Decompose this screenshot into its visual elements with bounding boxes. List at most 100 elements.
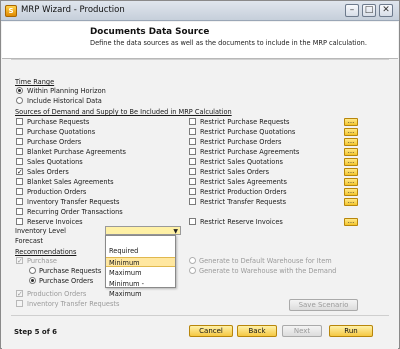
checkbox-production-orders-recommendation[interactable]: ✓ bbox=[16, 290, 23, 298]
step-indicator: Step 5 of 6 bbox=[14, 328, 58, 336]
dropdown-option-required[interactable]: Required bbox=[106, 246, 175, 256]
restrict-purchase-orders-ellipsis-button[interactable]: ... bbox=[344, 138, 358, 146]
restrict-reserve-invoices-ellipsis-button[interactable]: ... bbox=[344, 218, 358, 226]
cancel-button[interactable]: Cancel bbox=[189, 325, 233, 337]
purchase-requests-label: Purchase Requests bbox=[27, 118, 90, 126]
checkbox-inventory-transfer-requests[interactable] bbox=[16, 198, 23, 205]
radio-generate-warehouse-demand[interactable] bbox=[189, 267, 196, 274]
checkbox-restrict-sales-quotations[interactable] bbox=[189, 158, 196, 165]
checkbox-sales-orders[interactable]: ✓ bbox=[16, 168, 23, 176]
sales-quotations-label: Sales Quotations bbox=[27, 158, 83, 166]
radio-generate-default-warehouse[interactable] bbox=[189, 257, 196, 264]
restrict-sales-orders-ellipsis-button[interactable]: ... bbox=[344, 168, 358, 176]
generate-warehouse-demand-label: Generate to Warehouse with the Demand bbox=[199, 267, 337, 275]
restrict-purchase-orders-label: Restrict Purchase Orders bbox=[200, 138, 282, 146]
checkbox-recurring-order-transactions[interactable] bbox=[16, 208, 23, 215]
checkbox-restrict-reserve-invoices[interactable] bbox=[189, 218, 196, 225]
checkbox-restrict-sales-orders[interactable] bbox=[189, 168, 196, 175]
checkbox-production-orders[interactable] bbox=[16, 188, 23, 195]
generate-default-warehouse-label: Generate to Default Warehouse for Item bbox=[199, 257, 332, 265]
restrict-purchase-quotations-label: Restrict Purchase Quotations bbox=[200, 128, 296, 136]
checkbox-restrict-purchase-requests[interactable] bbox=[189, 118, 196, 125]
checkbox-blanket-purchase-agreements[interactable] bbox=[16, 148, 23, 155]
restrict-transfer-requests-label: Restrict Transfer Requests bbox=[200, 198, 287, 206]
inventory-transfer-requests-label: Inventory Transfer Requests bbox=[27, 198, 120, 206]
recommendations-label: Recommendations bbox=[15, 248, 77, 256]
checkbox-purchase-recommendation[interactable]: ✓ bbox=[16, 257, 23, 265]
restrict-production-orders-ellipsis-button[interactable]: ... bbox=[344, 188, 358, 196]
restrict-sales-quotations-label: Restrict Sales Quotations bbox=[200, 158, 283, 166]
page-subtitle: Define the data sources as well as the d… bbox=[90, 39, 367, 47]
checkbox-blanket-sales-agreements[interactable] bbox=[16, 178, 23, 185]
restrict-sales-quotations-ellipsis-button[interactable]: ... bbox=[344, 158, 358, 166]
close-button[interactable]: ✕ bbox=[379, 4, 393, 17]
restrict-purchase-requests-label: Restrict Purchase Requests bbox=[200, 118, 290, 126]
mrp-wizard-window: S MRP Wizard - Production – □ ✕ Document… bbox=[0, 0, 400, 349]
checkbox-restrict-production-orders[interactable] bbox=[189, 188, 196, 195]
restrict-transfer-requests-ellipsis-button[interactable]: ... bbox=[344, 198, 358, 206]
rec-purchase-orders-label: Purchase Orders bbox=[39, 277, 94, 285]
checkbox-reserve-invoices[interactable] bbox=[16, 218, 23, 225]
rec-purchase-requests-label: Purchase Requests bbox=[39, 267, 102, 275]
restrict-purchase-quotations-ellipsis-button[interactable]: ... bbox=[344, 128, 358, 136]
forecast-label: Forecast bbox=[15, 237, 43, 245]
restrict-purchase-agreements-ellipsis-button[interactable]: ... bbox=[344, 148, 358, 156]
recurring-order-transactions-label: Recurring Order Transactions bbox=[27, 208, 123, 216]
next-button[interactable]: Next bbox=[282, 325, 322, 337]
radio-purchase-requests[interactable] bbox=[29, 267, 36, 274]
checkbox-purchase-quotations[interactable] bbox=[16, 128, 23, 135]
sources-label: Sources of Demand and Supply to Be Inclu… bbox=[15, 108, 232, 116]
radio-include-historical-data[interactable] bbox=[16, 97, 23, 104]
checkbox-restrict-purchase-quotations[interactable] bbox=[189, 128, 196, 135]
checkbox-restrict-purchase-orders[interactable] bbox=[189, 138, 196, 145]
blanket-purchase-agreements-label: Blanket Purchase Agreements bbox=[27, 148, 126, 156]
run-button[interactable]: Run bbox=[329, 325, 373, 337]
checkbox-purchase-requests[interactable] bbox=[16, 118, 23, 125]
radio-purchase-orders[interactable] bbox=[29, 277, 36, 284]
restrict-purchase-agreements-label: Restrict Purchase Agreements bbox=[200, 148, 300, 156]
footer: Step 5 of 6 Cancel Back Next Run bbox=[2, 316, 398, 349]
blanket-sales-agreements-label: Blanket Sales Agreements bbox=[27, 178, 114, 186]
header-band: Documents Data Source Define the data so… bbox=[2, 22, 398, 59]
within-planning-horizon-label: Within Planning Horizon bbox=[27, 87, 106, 95]
header-divider bbox=[11, 59, 389, 60]
title-bar[interactable]: S MRP Wizard - Production – □ ✕ bbox=[1, 1, 399, 21]
dropdown-option-minimum[interactable]: Minimum bbox=[106, 257, 175, 267]
restrict-sales-agreements-label: Restrict Sales Agreements bbox=[200, 178, 287, 186]
back-button[interactable]: Back bbox=[237, 325, 277, 337]
window-title: MRP Wizard - Production bbox=[21, 5, 125, 15]
dropdown-option-minimum-maximum[interactable]: Minimum - Maximum bbox=[106, 279, 175, 298]
inventory-level-label: Inventory Level bbox=[15, 227, 66, 235]
maximize-button[interactable]: □ bbox=[362, 4, 376, 17]
restrict-purchase-requests-ellipsis-button[interactable]: ... bbox=[344, 118, 358, 126]
production-orders-label: Production Orders bbox=[27, 188, 87, 196]
checkbox-purchase-orders[interactable] bbox=[16, 138, 23, 145]
restrict-sales-agreements-ellipsis-button[interactable]: ... bbox=[344, 178, 358, 186]
purchase-orders-label: Purchase Orders bbox=[27, 138, 82, 146]
inventory-transfer-recommendation-label: Inventory Transfer Requests bbox=[27, 300, 120, 308]
inventory-level-select[interactable]: ▼ bbox=[105, 226, 181, 235]
dropdown-option-maximum[interactable]: Maximum bbox=[106, 268, 175, 278]
chevron-down-icon[interactable]: ▼ bbox=[173, 228, 178, 235]
restrict-reserve-invoices-label: Restrict Reserve Invoices bbox=[200, 218, 283, 226]
page-title: Documents Data Source bbox=[90, 27, 210, 37]
checkbox-inventory-transfer-recommendation[interactable] bbox=[16, 300, 23, 307]
save-scenario-button[interactable]: Save Scenario bbox=[289, 299, 358, 311]
inventory-level-dropdown: Required Minimum Maximum Minimum - Maxim… bbox=[105, 235, 176, 298]
checkbox-sales-quotations[interactable] bbox=[16, 158, 23, 165]
purchase-recommendation-label: Purchase bbox=[27, 257, 57, 265]
production-orders-recommendation-label: Production Orders bbox=[27, 290, 87, 298]
checkbox-restrict-sales-agreements[interactable] bbox=[189, 178, 196, 185]
checkbox-restrict-transfer-requests[interactable] bbox=[189, 198, 196, 205]
reserve-invoices-label: Reserve Invoices bbox=[27, 218, 83, 226]
sales-orders-label: Sales Orders bbox=[27, 168, 69, 176]
restrict-production-orders-label: Restrict Production Orders bbox=[200, 188, 287, 196]
checkbox-restrict-purchase-agreements[interactable] bbox=[189, 148, 196, 155]
minimize-button[interactable]: – bbox=[345, 4, 359, 17]
include-historical-data-label: Include Historical Data bbox=[27, 97, 102, 105]
app-logo-icon: S bbox=[5, 5, 17, 17]
restrict-sales-orders-label: Restrict Sales Orders bbox=[200, 168, 270, 176]
time-range-label: Time Range bbox=[15, 78, 55, 86]
purchase-quotations-label: Purchase Quotations bbox=[27, 128, 96, 136]
radio-within-planning-horizon[interactable] bbox=[16, 87, 23, 94]
